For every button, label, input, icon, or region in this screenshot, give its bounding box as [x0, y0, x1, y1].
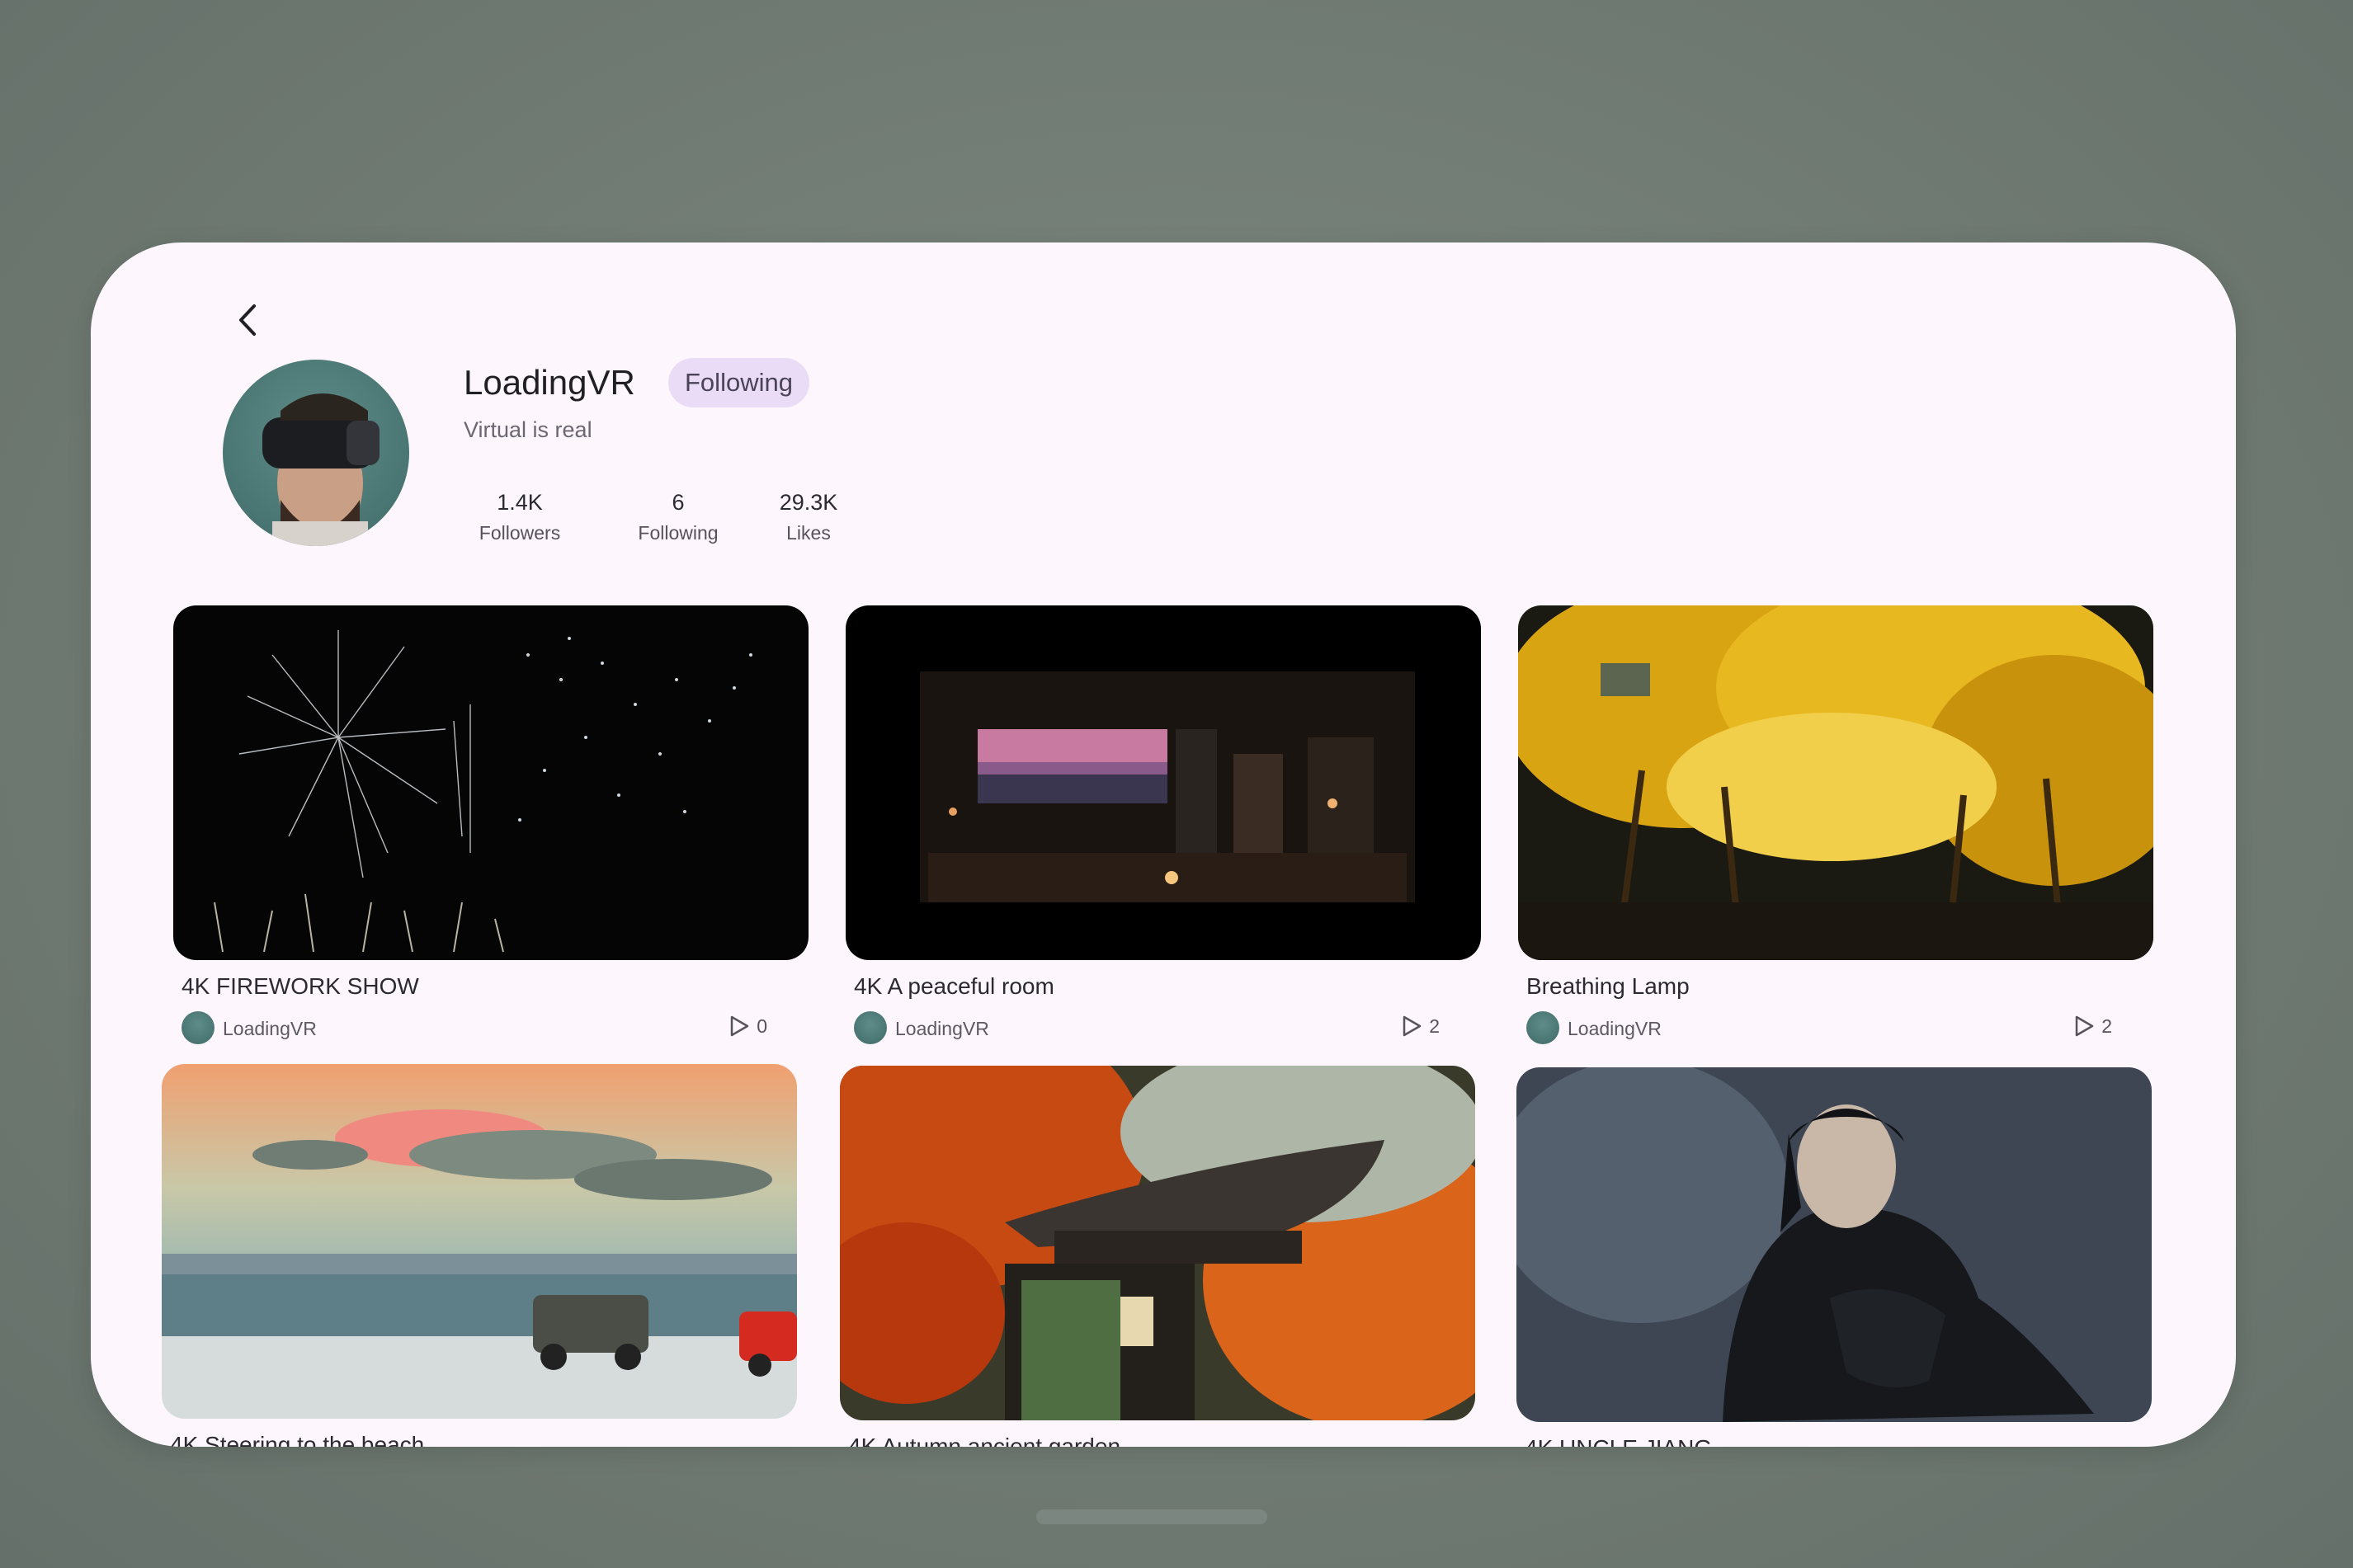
profile-name: LoadingVR [464, 363, 635, 402]
video-title[interactable]: 4K UNCLE JIANG [1516, 1435, 2152, 1447]
stat-label: Followers [479, 522, 561, 544]
chevron-left-icon [239, 304, 256, 336]
video-thumbnail-uncle-jiang[interactable] [1516, 1067, 2152, 1422]
play-count-value: 2 [1429, 1015, 1440, 1037]
video-thumbnail-lamp[interactable] [1518, 605, 2153, 960]
video-card[interactable]: 4K UNCLE JIANG [1516, 1067, 2152, 1447]
video-card[interactable]: Breathing Lamp LoadingVR 2 [1518, 605, 2153, 1049]
author-name[interactable]: LoadingVR [1568, 1018, 1662, 1040]
play-count-value: 2 [2101, 1015, 2112, 1037]
stat-value: 6 [672, 490, 685, 515]
author-name[interactable]: LoadingVR [223, 1018, 317, 1040]
stat-label: Following [638, 522, 719, 544]
profile-bio: Virtual is real [464, 417, 592, 442]
play-count-value: 0 [757, 1015, 767, 1037]
video-card[interactable]: 4K Autumn ancient garden [840, 1066, 1475, 1447]
back-button[interactable] [213, 285, 282, 355]
profile-avatar [223, 360, 409, 546]
stat-value: 1.4K [497, 490, 543, 515]
play-count: 2 [2073, 1015, 2112, 1038]
video-card[interactable]: 4K Steering to the beach [162, 1064, 797, 1447]
play-count: 2 [1401, 1015, 1440, 1038]
stat-followers[interactable]: 1.4K Followers [454, 490, 586, 544]
video-meta: LoadingVR 2 [1518, 1008, 2153, 1049]
stat-following[interactable]: 6 Following [612, 490, 744, 544]
video-thumbnail-garden[interactable] [840, 1066, 1475, 1420]
following-button[interactable]: Following [668, 358, 809, 407]
video-title[interactable]: Breathing Lamp [1518, 973, 2153, 1000]
video-card[interactable]: 4K FIREWORK SHOW LoadingVR 0 [173, 605, 809, 1049]
video-thumbnail-beach[interactable] [162, 1064, 797, 1419]
stat-likes[interactable]: 29.3K Likes [743, 490, 875, 544]
video-meta: LoadingVR 0 [173, 1008, 809, 1049]
author-name[interactable]: LoadingVR [895, 1018, 989, 1040]
video-meta: LoadingVR 2 [846, 1008, 1481, 1049]
stat-value: 29.3K [779, 490, 838, 515]
video-title[interactable]: 4K Steering to the beach [162, 1432, 797, 1447]
stat-label: Likes [786, 522, 831, 544]
profile-panel: LoadingVR Following Virtual is real 1.4K… [91, 242, 2236, 1447]
author-avatar [1526, 1011, 1559, 1044]
play-count: 0 [729, 1015, 767, 1038]
video-thumbnail-room[interactable] [846, 605, 1481, 960]
video-title[interactable]: 4K A peaceful room [846, 973, 1481, 1000]
author-avatar [182, 1011, 215, 1044]
home-indicator[interactable] [1036, 1509, 1267, 1524]
video-title[interactable]: 4K Autumn ancient garden [840, 1434, 1475, 1447]
play-icon [1403, 1015, 1422, 1037]
video-card[interactable]: 4K A peaceful room LoadingVR 2 [846, 605, 1481, 1049]
video-thumbnail-fireworks[interactable] [173, 605, 809, 960]
play-icon [730, 1015, 749, 1037]
video-title[interactable]: 4K FIREWORK SHOW [173, 973, 809, 1000]
play-icon [2075, 1015, 2094, 1037]
author-avatar [854, 1011, 887, 1044]
